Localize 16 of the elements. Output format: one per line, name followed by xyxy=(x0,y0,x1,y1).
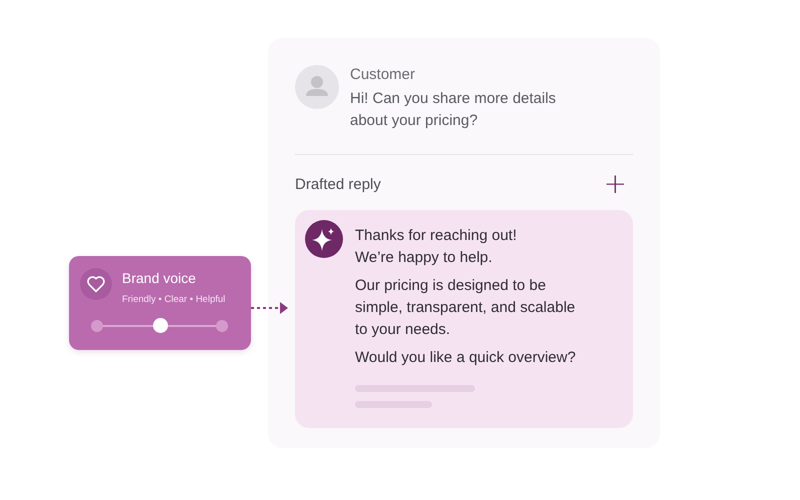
slider-stop[interactable] xyxy=(216,320,228,332)
trait-list: Friendly • Clear • Helpful xyxy=(122,294,226,305)
avatar-icon xyxy=(295,65,339,109)
slider-thumb[interactable] xyxy=(152,318,168,333)
card-title: Brand voice xyxy=(122,270,197,286)
tone-slider[interactable] xyxy=(90,318,229,334)
section-heading: Drafted reply xyxy=(295,176,381,192)
reply-paragraph: Would you like a quick overview? xyxy=(355,348,577,368)
message-text: Hi! Can you share more details about your pricing? xyxy=(350,89,557,131)
reply-paragraph: Our pricing is designed to be simple, transparent, and scalable to your needs. xyxy=(355,276,576,340)
sparkle-icon xyxy=(305,220,343,258)
add-button[interactable]: + xyxy=(598,172,633,196)
reply-paragraph: Thanks for reaching out! We’re happy to help. xyxy=(355,226,518,268)
slider-stop[interactable] xyxy=(91,320,103,332)
sender-name: Customer xyxy=(350,66,416,83)
dotted-arrow xyxy=(251,301,289,315)
